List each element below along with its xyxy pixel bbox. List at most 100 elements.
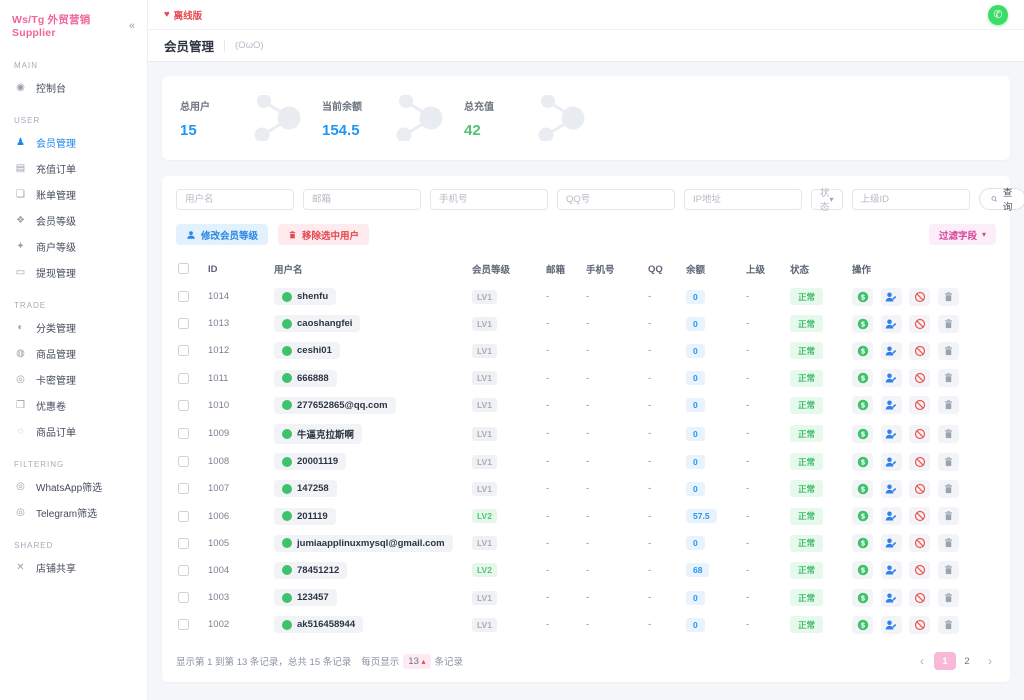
row-checkbox[interactable] — [178, 538, 189, 549]
recharge-button[interactable]: $ — [852, 534, 873, 552]
search-button[interactable]: 查询 — [979, 188, 1024, 210]
ban-user-button[interactable] — [909, 589, 930, 607]
row-checkbox[interactable] — [178, 619, 189, 630]
edit-user-button[interactable] — [881, 453, 902, 471]
ban-user-button[interactable] — [909, 616, 930, 634]
sidebar-item-category-manage[interactable]: ◐ 分类管理 — [12, 314, 135, 340]
edit-user-button[interactable] — [881, 425, 902, 443]
recharge-button[interactable]: $ — [852, 589, 873, 607]
ban-user-button[interactable] — [909, 288, 930, 306]
sidebar-item-card-secret-manage[interactable]: ◎ 卡密管理 — [12, 366, 135, 392]
filter-fields-button[interactable]: 过滤字段 ▾ — [929, 224, 996, 245]
edit-user-button[interactable] — [881, 315, 902, 333]
superior-id-input[interactable] — [852, 189, 970, 210]
sidebar-item-product-orders[interactable]: ◌ 商品订单 — [12, 418, 135, 444]
sidebar-item-whatsapp-filter[interactable]: ◎ WhatsApp筛选 — [12, 473, 135, 499]
edit-user-button[interactable] — [881, 288, 902, 306]
sidebar-item-merchant-level[interactable]: ✦ 商户等级 — [12, 233, 135, 259]
delete-user-button[interactable] — [938, 480, 959, 498]
email-filter-input[interactable] — [303, 189, 421, 210]
ban-user-button[interactable] — [909, 369, 930, 387]
row-checkbox[interactable] — [178, 511, 189, 522]
recharge-button[interactable]: $ — [852, 425, 873, 443]
recharge-button[interactable]: $ — [852, 342, 873, 360]
edit-user-button[interactable] — [881, 342, 902, 360]
row-checkbox[interactable] — [178, 565, 189, 576]
ban-user-button[interactable] — [909, 425, 930, 443]
ban-user-button[interactable] — [909, 561, 930, 579]
delete-user-button[interactable] — [938, 616, 959, 634]
delete-user-button[interactable] — [938, 369, 959, 387]
sidebar-item-member-level[interactable]: ❖ 会员等级 — [12, 207, 135, 233]
recharge-button[interactable]: $ — [852, 315, 873, 333]
recharge-button[interactable]: $ — [852, 396, 873, 414]
next-page-button[interactable]: › — [984, 654, 996, 668]
edit-user-button[interactable] — [881, 616, 902, 634]
row-checkbox[interactable] — [178, 483, 189, 494]
row-checkbox[interactable] — [178, 592, 189, 603]
ban-user-button[interactable] — [909, 534, 930, 552]
page-button[interactable]: 2 — [956, 652, 978, 670]
prev-page-button[interactable]: ‹ — [916, 654, 928, 668]
phone-filter-input[interactable] — [430, 189, 548, 210]
row-checkbox[interactable] — [178, 400, 189, 411]
row-checkbox[interactable] — [178, 318, 189, 329]
delete-user-button[interactable] — [938, 288, 959, 306]
sidebar-item-bill-manage[interactable]: ❏ 账单管理 — [12, 181, 135, 207]
delete-user-button[interactable] — [938, 342, 959, 360]
modify-member-level-button[interactable]: 修改会员等级 — [176, 224, 268, 245]
perpage-selector[interactable]: 13 ▴ — [403, 654, 430, 669]
sidebar-item-shop-share[interactable]: ✕ 店铺共享 — [12, 554, 135, 580]
delete-user-button[interactable] — [938, 396, 959, 414]
ban-user-button[interactable] — [909, 480, 930, 498]
ban-user-button[interactable] — [909, 315, 930, 333]
username-filter-input[interactable] — [176, 189, 294, 210]
row-checkbox[interactable] — [178, 373, 189, 384]
edit-user-button[interactable] — [881, 507, 902, 525]
delete-user-button[interactable] — [938, 453, 959, 471]
delete-user-button[interactable] — [938, 425, 959, 443]
delete-user-button[interactable] — [938, 589, 959, 607]
row-checkbox[interactable] — [178, 428, 189, 439]
select-all-checkbox[interactable] — [178, 263, 189, 274]
row-checkbox[interactable] — [178, 345, 189, 356]
recharge-button[interactable]: $ — [852, 369, 873, 387]
ip-filter-input[interactable] — [684, 189, 802, 210]
ban-user-button[interactable] — [909, 507, 930, 525]
ban-user-button[interactable] — [909, 453, 930, 471]
row-checkbox[interactable] — [178, 291, 189, 302]
delete-user-button[interactable] — [938, 315, 959, 333]
edit-user-button[interactable] — [881, 534, 902, 552]
sidebar-collapse-icon[interactable]: « — [129, 20, 135, 32]
recharge-button[interactable]: $ — [852, 480, 873, 498]
sidebar-item-dashboard[interactable]: ◉ 控制台 — [12, 74, 135, 100]
delete-user-button[interactable] — [938, 561, 959, 579]
recharge-button[interactable]: $ — [852, 507, 873, 525]
ban-user-button[interactable] — [909, 396, 930, 414]
edit-user-button[interactable] — [881, 396, 902, 414]
sidebar-item-recharge-orders[interactable]: ▤ 充值订单 — [12, 155, 135, 181]
recharge-button[interactable]: $ — [852, 616, 873, 634]
edit-user-button[interactable] — [881, 589, 902, 607]
remove-selected-users-button[interactable]: 移除选中用户 — [278, 224, 369, 245]
qq-filter-input[interactable] — [557, 189, 675, 210]
delete-user-button[interactable] — [938, 534, 959, 552]
sidebar-item-member-manage[interactable]: ♟ 会员管理 — [12, 129, 135, 155]
status-select[interactable]: 状态 ▾ — [811, 189, 843, 210]
edit-user-button[interactable] — [881, 369, 902, 387]
sidebar-item-telegram-filter[interactable]: ◎ Telegram筛选 — [12, 499, 135, 525]
edit-user-button[interactable] — [881, 561, 902, 579]
recharge-button[interactable]: $ — [852, 561, 873, 579]
sidebar-item-withdraw-manage[interactable]: ▭ 提现管理 — [12, 259, 135, 285]
edit-user-button[interactable] — [881, 480, 902, 498]
page-button[interactable]: 1 — [934, 652, 956, 670]
ban-user-button[interactable] — [909, 342, 930, 360]
offline-badge[interactable]: ♥ 离线版 — [164, 8, 202, 22]
recharge-button[interactable]: $ — [852, 288, 873, 306]
sidebar-item-product-manage[interactable]: ◍ 商品管理 — [12, 340, 135, 366]
row-checkbox[interactable] — [178, 456, 189, 467]
recharge-button[interactable]: $ — [852, 453, 873, 471]
delete-user-button[interactable] — [938, 507, 959, 525]
sidebar-item-coupon[interactable]: ❐ 优惠卷 — [12, 392, 135, 418]
whatsapp-icon[interactable]: ✆ — [988, 5, 1008, 25]
